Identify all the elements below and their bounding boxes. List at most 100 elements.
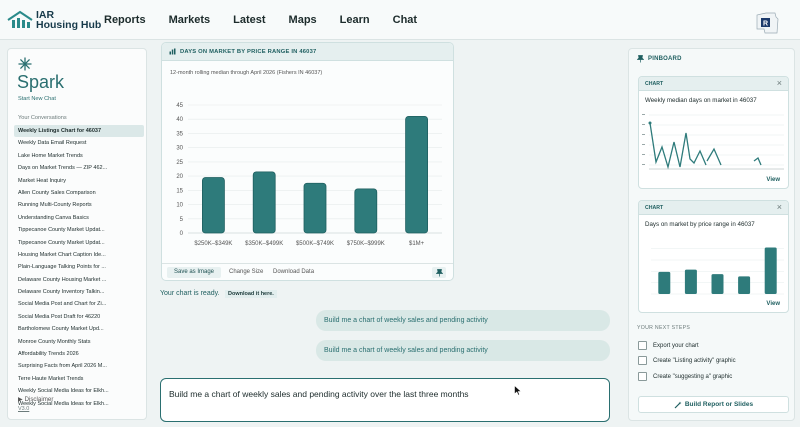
pinboard-title: PINBOARD — [648, 56, 682, 62]
bar — [658, 271, 671, 294]
pin-icon — [435, 268, 443, 276]
x-tick-label: $750K–$999K — [347, 241, 385, 247]
next-step-item[interactable]: Export your chart — [638, 341, 699, 350]
next-step-item[interactable]: Create "Listing activity" graphic — [638, 356, 736, 365]
next-step-label: Create "suggesting a" graphic — [653, 373, 733, 380]
x-tick-label: $250K–$349K — [194, 241, 232, 247]
bar-chart-thumbnail — [651, 247, 784, 295]
start-new-chat-link[interactable]: Start New Chat — [18, 96, 56, 102]
disclaimer-toggle[interactable]: ▶ Disclaimer — [18, 396, 53, 403]
conversation-item[interactable]: Understanding Canva Basics — [14, 212, 144, 224]
nav-reports[interactable]: Reports — [104, 14, 146, 26]
bar — [738, 276, 751, 294]
user-message: Build me a chart of weekly sales and pen… — [316, 310, 610, 331]
nav-maps[interactable]: Maps — [289, 14, 317, 26]
conversation-sidebar: Spark Start New Chat Your Conversations … — [7, 48, 147, 420]
y-tick-label: 45 — [176, 103, 183, 109]
y-tick-label: 10 — [176, 203, 183, 209]
y-tick-label: 5 — [180, 217, 184, 223]
conversation-item[interactable]: Lake Home Market Trends — [14, 150, 144, 162]
disclaimer-label: Disclaimer — [24, 396, 54, 403]
conversation-item[interactable]: Running Multi-County Reports — [14, 199, 144, 211]
y-tick-label: 35 — [176, 131, 183, 137]
bar — [202, 177, 225, 234]
conversation-item[interactable]: Delaware County Inventory Talkin... — [14, 286, 144, 298]
checkbox[interactable] — [638, 372, 647, 381]
chat-input-value: Build me a chart of weekly sales and pen… — [169, 389, 469, 399]
save-as-image-button[interactable]: Save as Image — [167, 267, 222, 278]
x-tick-label: $1M+ — [409, 241, 425, 247]
download-link[interactable]: Download it here. — [225, 290, 277, 298]
y-tick-label: 15 — [176, 188, 183, 194]
conversation-item[interactable]: Tippecanoe County Market Updat... — [14, 237, 144, 249]
spark-icon — [18, 57, 32, 71]
nav-latest[interactable]: Latest — [233, 14, 265, 26]
nav-learn[interactable]: Learn — [340, 14, 370, 26]
change-size-button[interactable]: Change Size — [229, 267, 263, 278]
bar — [252, 171, 276, 234]
view-pinned-chart-button[interactable]: View — [766, 301, 780, 307]
conversation-item[interactable]: Housing Market Chart Caption Ide... — [14, 249, 144, 261]
bar — [684, 269, 697, 294]
magic-wand-icon — [674, 401, 682, 408]
conversation-item[interactable]: Bartholomew County Market Upd... — [14, 323, 144, 335]
next-step-label: Export your chart — [653, 342, 699, 349]
nav-menu: Reports Markets Latest Maps Learn Chat — [104, 14, 440, 26]
brand-logo[interactable]: IAR Housing Hub — [7, 9, 101, 31]
triangle-right-icon: ▶ — [18, 396, 23, 403]
pinboard-panel: PINBOARD CHART × Weekly median days on m… — [628, 48, 795, 421]
pin-chart-button[interactable] — [432, 267, 446, 278]
chart-card: DAYS ON MARKET BY PRICE RANGE IN 46037 1… — [161, 42, 454, 281]
chart-actions: Save as Image Change Size Download Data — [162, 263, 453, 280]
checkbox[interactable] — [638, 356, 647, 365]
y-tick-label: 20 — [176, 174, 183, 180]
spark-title: Spark — [17, 72, 65, 92]
chat-input[interactable]: Build me a chart of weekly sales and pen… — [160, 378, 610, 422]
conversation-list: Weekly Listings Chart for 46037 Weekly D… — [14, 125, 144, 410]
conversation-item[interactable]: Social Media Post and Chart for Zi... — [14, 298, 144, 310]
download-data-button[interactable]: Download Data — [273, 267, 314, 278]
x-tick-label: $500K–$749K — [296, 241, 334, 247]
brand-name-line2: Housing Hub — [36, 19, 102, 31]
conversation-item[interactable]: Allen County Sales Comparison — [14, 187, 144, 199]
next-steps-heading: YOUR NEXT STEPS — [637, 325, 691, 331]
line-chart-thumbnail — [642, 114, 784, 170]
bar-chart: 0 5 10 15 20 25 30 35 40 45 $250K–$349K $350K–$499K… — [176, 103, 442, 247]
nav-chat[interactable]: Chat — [393, 14, 417, 26]
realtor-indiana-icon[interactable]: R — [754, 11, 780, 35]
build-report-label: Build Report or Slides — [684, 401, 754, 408]
conversation-item[interactable]: Tippecanoe County Market Updat... — [14, 224, 144, 236]
y-tick-label: 30 — [176, 146, 183, 152]
pinned-chart-card: CHART × Days on market by price range in… — [638, 200, 789, 313]
checkbox[interactable] — [638, 341, 647, 350]
y-tick-label: 25 — [176, 160, 183, 166]
conversation-item[interactable]: Terre Haute Market Trends — [14, 373, 144, 385]
conversation-item[interactable]: Days on Market Trends — ZIP 462... — [14, 162, 144, 174]
conversation-item[interactable]: Affordability Trends 2026 — [14, 348, 144, 360]
pin-icon — [637, 55, 644, 63]
view-pinned-chart-button[interactable]: View — [766, 177, 780, 183]
svg-text:R: R — [763, 21, 768, 28]
nav-markets[interactable]: Markets — [169, 14, 211, 26]
conversation-item[interactable]: Social Media Post Draft for 46220 — [14, 311, 144, 323]
x-tick-label: $350K–$499K — [245, 241, 283, 247]
bar — [764, 247, 777, 294]
next-step-item[interactable]: Create "suggesting a" graphic — [638, 372, 732, 381]
conversation-item[interactable]: Surprising Facts from April 2026 M... — [14, 360, 144, 372]
conversation-item[interactable]: Market Heat Inquiry — [14, 175, 144, 187]
assistant-message: Your chart is ready. — [160, 290, 220, 297]
mouse-cursor-icon — [514, 385, 522, 396]
conversation-item[interactable]: Weekly Listings Chart for 46037 — [14, 125, 144, 138]
next-step-label: Create "Listing activity" graphic — [653, 357, 736, 364]
conversation-item[interactable]: Weekly Data Email Request — [14, 137, 144, 149]
bar — [405, 115, 429, 234]
user-message: Build me a chart of weekly sales and pen… — [316, 340, 610, 361]
conversation-item[interactable]: Monroe County Monthly Stats — [14, 336, 144, 348]
y-tick-label: 0 — [180, 231, 184, 237]
bar — [711, 274, 724, 294]
house-logo-icon — [7, 10, 33, 28]
conversation-item[interactable]: Plain-Language Talking Points for ... — [14, 261, 144, 273]
version-link[interactable]: V3.0 — [18, 406, 29, 412]
conversation-item[interactable]: Delaware County Housing Market ... — [14, 274, 144, 286]
build-report-button[interactable]: Build Report or Slides — [638, 396, 789, 413]
